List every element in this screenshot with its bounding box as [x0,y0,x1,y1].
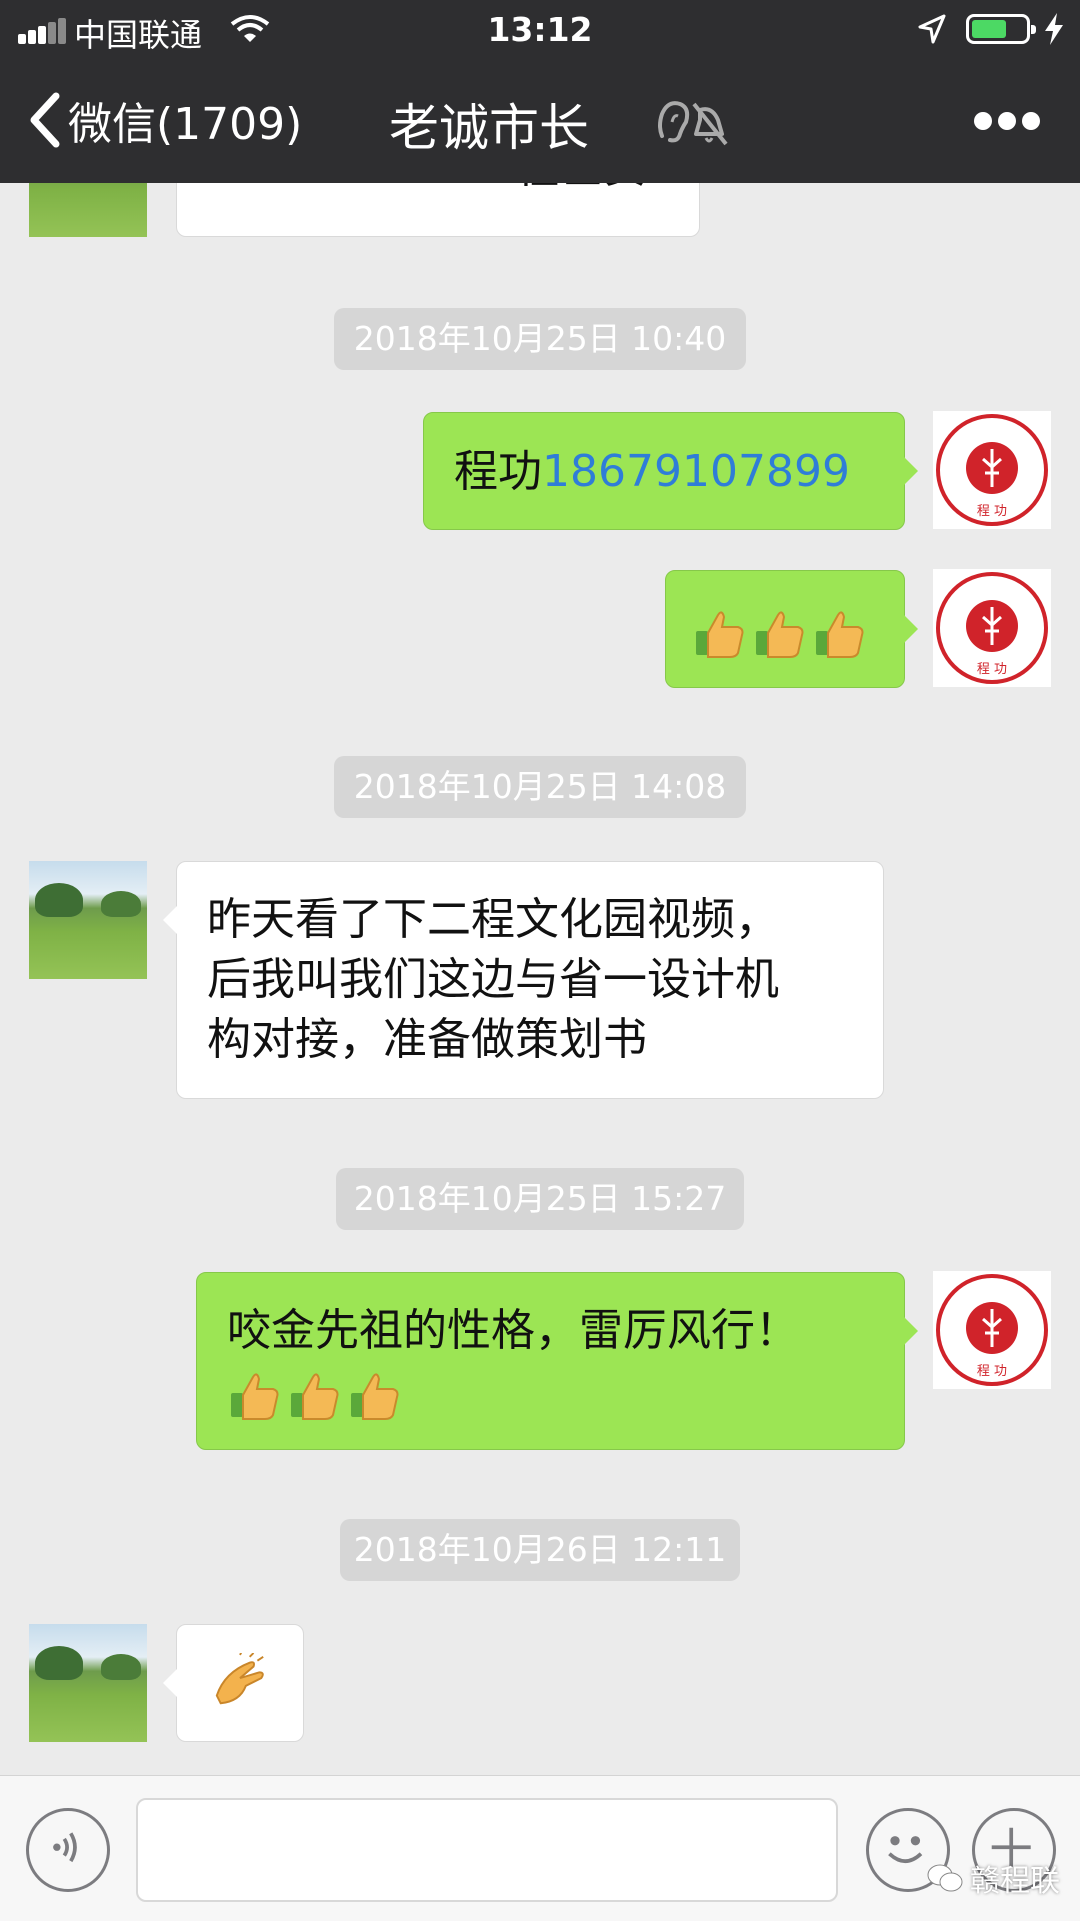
thumbs-up-emoji [816,611,864,658]
thumbs-up-emoji [756,611,804,658]
watermark: 赣程联 [926,1856,1060,1900]
timestamp: 2018年10月25日 14:08 [334,756,746,818]
my-avatar[interactable]: 程 功 [933,1271,1051,1389]
nav-bar: 微信(1709) 老诚市长 [0,60,1080,183]
seal-bottom-text: 程 功 [977,1364,1007,1379]
chat-area[interactable]: 13907921072程巨贤 2018年10月25日 10:40 程功18679… [0,183,1080,1775]
thumbs-up-emoji [351,1373,399,1420]
message-line: 后我叫我们这边与省一设计机 [207,954,779,1005]
location-arrow-icon [918,14,946,44]
outgoing-message[interactable] [665,570,918,688]
seal-avatar-icon: 程 功 [936,1274,1048,1386]
thumbs-up-emoji-group [692,601,872,661]
battery-icon [966,14,1036,44]
contact-avatar[interactable] [29,861,147,979]
charging-bolt-icon [1045,13,1063,45]
thumbs-up-emoji [231,1373,279,1420]
message-text: 咬金先祖的性格，雷厉风行！ [227,1305,799,1356]
message-text: 程功 [454,446,542,497]
wechat-logo-icon [927,1864,963,1892]
battery-level [972,20,1006,38]
phone-link[interactable]: 18679107899 [542,446,850,497]
timestamp: 2018年10月26日 12:11 [340,1519,740,1581]
thumbs-up-emoji [291,1373,339,1420]
message-input[interactable] [136,1798,838,1902]
my-avatar[interactable]: 程 功 [933,411,1051,529]
outgoing-message[interactable]: 咬金先祖的性格，雷厉风行！ [196,1272,918,1450]
chat-title-text: 老诚市长 [389,99,590,157]
incoming-message[interactable] [163,1624,304,1742]
incoming-message[interactable]: 昨天看了下二程文化园视频， 后我叫我们这边与省一设计机 构对接，准备做策划书 [163,861,884,1099]
voice-input-button[interactable] [26,1808,110,1892]
my-avatar[interactable]: 程 功 [933,569,1051,687]
contact-avatar[interactable] [29,1624,147,1742]
timestamp: 2018年10月25日 10:40 [334,308,746,370]
phone-link[interactable]: 13907921072 [207,183,515,193]
status-bar: 中国联通 13:12 [0,0,1080,60]
clapping-hands-emoji [215,1650,264,1705]
input-bar: 赣程联 [0,1775,1080,1921]
seal-avatar-icon: 程 功 [936,572,1048,684]
incoming-message[interactable]: 13907921072程巨贤 [176,183,700,237]
more-options-button[interactable] [974,112,1040,132]
message-line: 构对接，准备做策划书 [207,1014,647,1065]
seal-bottom-text: 程 功 [977,504,1007,519]
mute-ear-icon [658,101,728,146]
contact-avatar[interactable] [29,183,147,237]
thumbs-up-emoji [696,611,744,658]
message-line: 昨天看了下二程文化园视频， [207,894,779,945]
thumbs-up-emoji-group [227,1363,407,1423]
seal-avatar-icon: 程 功 [936,414,1048,526]
message-text: 程巨贤 [515,183,647,193]
voice-wave-icon [53,1832,77,1863]
chat-title: 老诚市长 [0,88,1080,160]
watermark-text: 赣程联 [970,1864,1060,1899]
header: 中国联通 13:12 微信(1709) 老诚市长 [0,0,1080,183]
outgoing-message[interactable]: 程功18679107899 [423,412,918,530]
seal-bottom-text: 程 功 [977,662,1007,677]
timestamp: 2018年10月25日 15:27 [336,1168,744,1230]
